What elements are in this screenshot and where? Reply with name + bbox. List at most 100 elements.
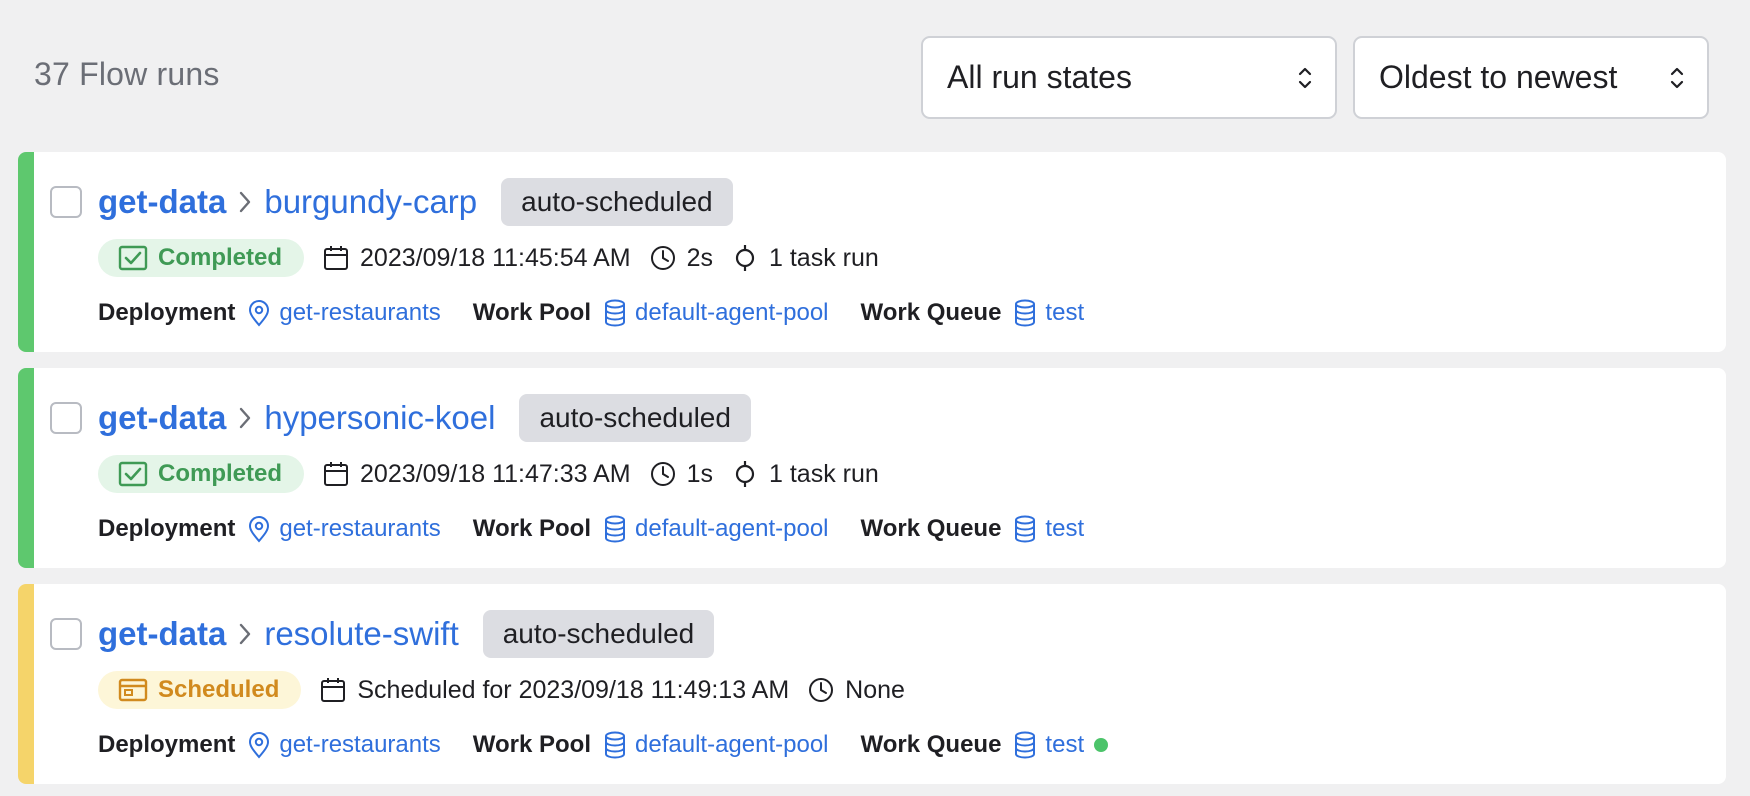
- flow-run-card: get-data burgundy-carp auto-scheduled Co…: [18, 152, 1726, 352]
- database-icon: [1015, 515, 1036, 543]
- duration-value: 2s: [686, 243, 714, 272]
- deployment-label: Deployment: [98, 299, 236, 326]
- deployment-link[interactable]: get-restaurants: [279, 731, 440, 759]
- flow-runs-header: 37 Flow runs All run states Oldest to ne…: [0, 0, 1750, 150]
- work-pool-info: Work Pool default-agent-pool: [473, 731, 829, 759]
- database-icon: [605, 299, 626, 327]
- work-queue-info: Work Queue test: [860, 299, 1084, 327]
- deployment-link[interactable]: get-restaurants: [279, 299, 440, 327]
- state-badge: Completed: [98, 239, 305, 277]
- task-run-icon: [735, 461, 755, 487]
- start-time-value: 2023/09/18 11:45:54 AM: [360, 243, 631, 272]
- start-time-value: 2023/09/18 11:47:33 AM: [360, 459, 631, 488]
- check-square-icon: [118, 461, 148, 487]
- work-queue-info: Work Queue test: [860, 515, 1084, 543]
- flow-run-meta: Completed 2023/09/18 11:45:54 AM 2s 1 ta…: [98, 239, 879, 277]
- sort-order-value: Oldest to newest: [1379, 59, 1618, 95]
- flow-run-relations: Deployment get-restaurants Work Pool def…: [98, 295, 1116, 331]
- duration: 1s: [649, 460, 713, 489]
- duration-value: None: [845, 675, 905, 704]
- task-runs: 1 task run: [731, 460, 879, 489]
- flow-run-title: get-data burgundy-carp auto-scheduled: [98, 176, 733, 228]
- flow-run-checkbox[interactable]: [50, 618, 82, 650]
- clock-icon: [650, 462, 675, 486]
- flow-run-title: get-data resolute-swift auto-scheduled: [98, 608, 715, 660]
- flow-name-link[interactable]: get-data: [98, 399, 226, 437]
- state-stripe: [18, 368, 34, 568]
- database-icon: [1015, 731, 1036, 759]
- chevron-right-icon: [240, 191, 251, 213]
- clock-icon: [650, 246, 675, 270]
- work-pool-link[interactable]: default-agent-pool: [635, 299, 828, 327]
- calendar-icon: [324, 246, 349, 270]
- flow-run-card: get-data resolute-swift auto-scheduled S…: [18, 584, 1726, 784]
- work-pool-info: Work Pool default-agent-pool: [473, 299, 829, 327]
- state-label: Completed: [158, 244, 283, 271]
- work-pool-label: Work Pool: [472, 515, 592, 542]
- flow-run-checkbox[interactable]: [50, 186, 82, 218]
- location-pin-icon: [249, 516, 270, 543]
- scheduled-time-value: Scheduled for 2023/09/18 11:49:13 AM: [357, 675, 790, 704]
- flow-run-relations: Deployment get-restaurants Work Pool def…: [98, 727, 1140, 763]
- work-queue-link[interactable]: test: [1045, 515, 1084, 543]
- work-queue-link[interactable]: test: [1045, 299, 1084, 327]
- scheduled-time: Scheduled for 2023/09/18 11:49:13 AM: [319, 676, 789, 705]
- flow-run-meta: Completed 2023/09/18 11:47:33 AM 1s 1 ta…: [98, 455, 879, 493]
- deployment-label: Deployment: [98, 515, 236, 542]
- location-pin-icon: [249, 300, 270, 327]
- duration: None: [807, 676, 905, 705]
- work-queue-label: Work Queue: [860, 299, 1002, 326]
- duration: 2s: [649, 244, 713, 273]
- deployment-label: Deployment: [98, 731, 236, 758]
- deployment-info: Deployment get-restaurants: [98, 299, 441, 327]
- database-icon: [1015, 299, 1036, 327]
- flow-run-meta: Scheduled Scheduled for 2023/09/18 11:49…: [98, 671, 905, 709]
- flow-runs-page: 37 Flow runs All run states Oldest to ne…: [0, 0, 1750, 796]
- work-pool-link[interactable]: default-agent-pool: [635, 731, 828, 759]
- database-icon: [605, 515, 626, 543]
- state-stripe: [18, 584, 34, 784]
- tag-badge: auto-scheduled: [519, 394, 751, 442]
- duration-value: 1s: [686, 459, 714, 488]
- start-time: 2023/09/18 11:47:33 AM: [322, 460, 631, 489]
- flow-name-link[interactable]: get-data: [98, 615, 226, 653]
- task-run-icon: [735, 245, 755, 271]
- flow-run-name-link[interactable]: burgundy-carp: [264, 183, 477, 221]
- flow-run-relations: Deployment get-restaurants Work Pool def…: [98, 511, 1116, 547]
- state-stripe: [18, 152, 34, 352]
- database-icon: [605, 731, 626, 759]
- flow-run-card: get-data hypersonic-koel auto-scheduled …: [18, 368, 1726, 568]
- task-runs: 1 task run: [731, 244, 879, 273]
- deployment-link[interactable]: get-restaurants: [279, 515, 440, 543]
- chevron-right-icon: [240, 407, 251, 429]
- work-queue-link[interactable]: test: [1045, 731, 1084, 759]
- state-label: Completed: [158, 460, 283, 487]
- work-queue-info: Work Queue test: [861, 731, 1109, 759]
- flow-name-link[interactable]: get-data: [98, 183, 226, 221]
- flow-runs-count: 37 Flow runs: [34, 56, 220, 92]
- chevron-right-icon: [240, 623, 251, 645]
- work-pool-label: Work Pool: [472, 299, 592, 326]
- tag-badge: auto-scheduled: [501, 178, 733, 226]
- flow-run-name-link[interactable]: hypersonic-koel: [264, 399, 495, 437]
- work-pool-label: Work Pool: [472, 731, 592, 758]
- state-label: Scheduled: [158, 676, 280, 703]
- flow-run-checkbox[interactable]: [50, 402, 82, 434]
- calendar-icon: [321, 678, 346, 702]
- chevron-up-down-icon: [1670, 67, 1684, 88]
- work-pool-link[interactable]: default-agent-pool: [635, 515, 828, 543]
- work-queue-label: Work Queue: [860, 515, 1002, 542]
- state-badge: Scheduled: [98, 671, 302, 709]
- run-state-filter-select[interactable]: All run states: [921, 36, 1337, 119]
- deployment-info: Deployment get-restaurants: [98, 515, 441, 543]
- run-state-filter-value: All run states: [947, 59, 1132, 95]
- sort-order-select[interactable]: Oldest to newest: [1353, 36, 1709, 119]
- task-runs-value: 1 task run: [769, 243, 879, 272]
- chevron-up-down-icon: [1298, 67, 1312, 88]
- task-runs-value: 1 task run: [769, 459, 879, 488]
- work-queue-label: Work Queue: [860, 731, 1002, 758]
- flow-run-title: get-data hypersonic-koel auto-scheduled: [98, 392, 751, 444]
- calendar-icon: [324, 462, 349, 486]
- work-pool-info: Work Pool default-agent-pool: [473, 515, 829, 543]
- flow-run-name-link[interactable]: resolute-swift: [264, 615, 458, 653]
